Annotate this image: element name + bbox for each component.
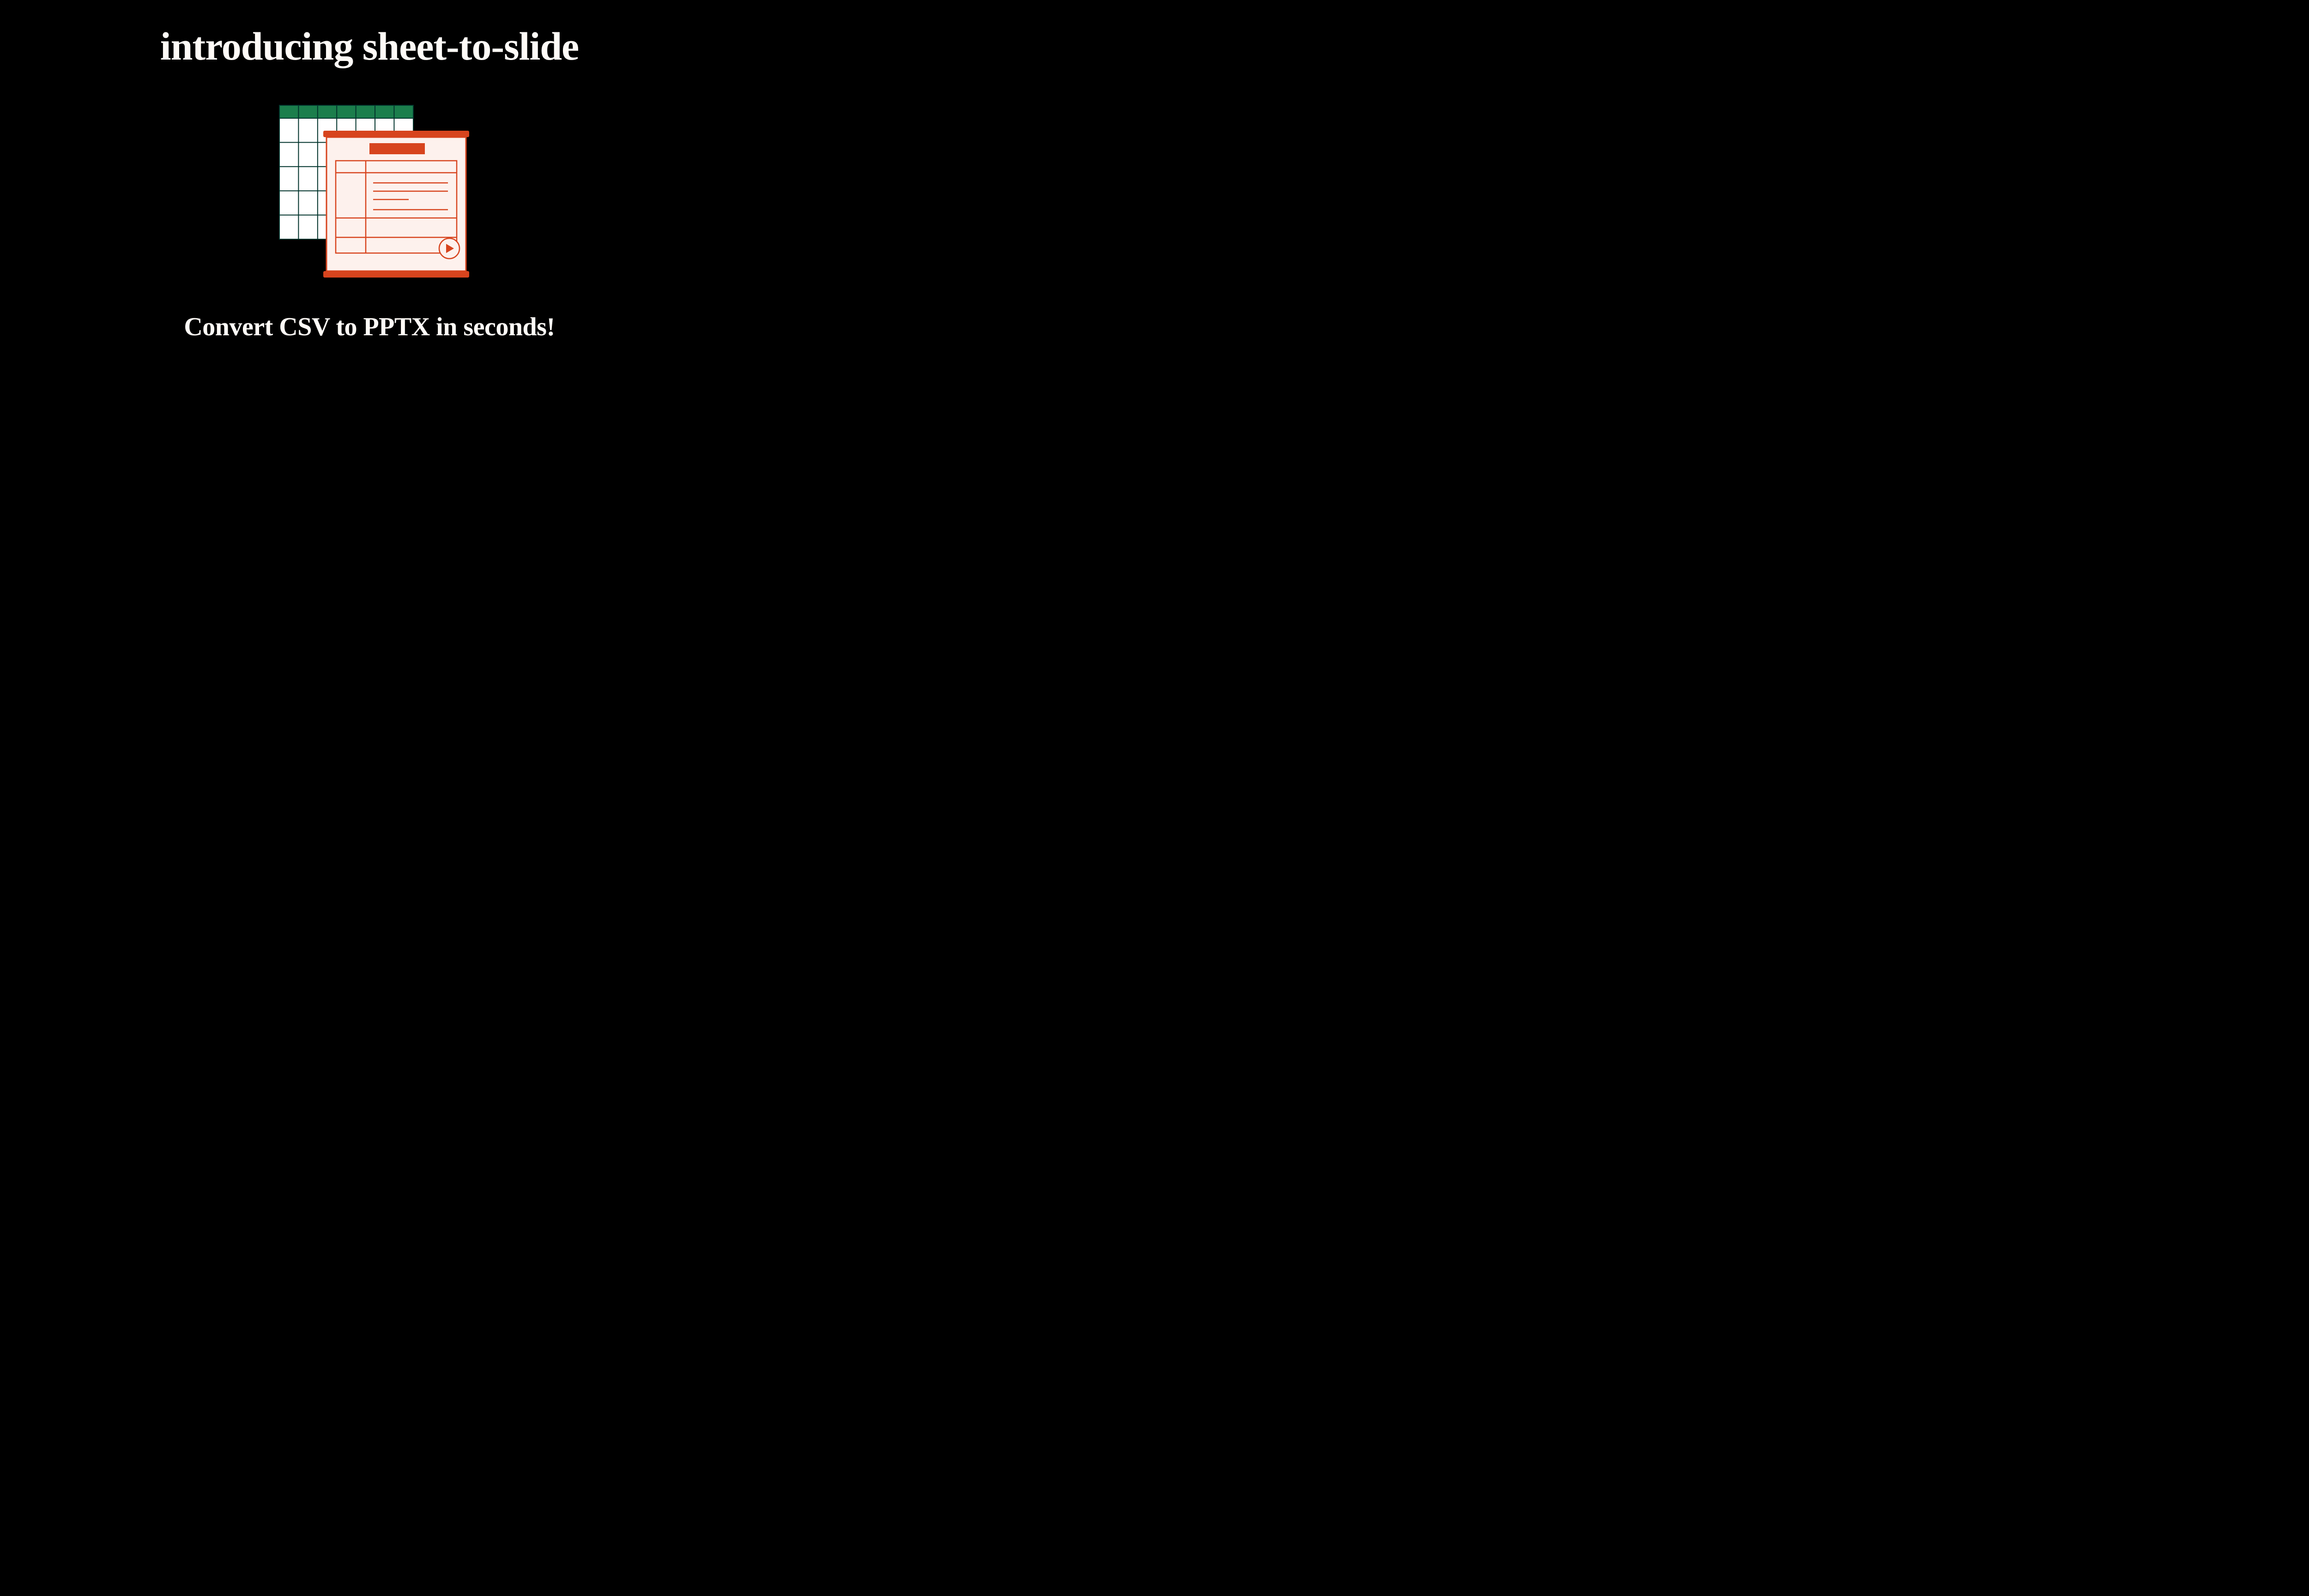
presentation-slide-icon — [323, 131, 469, 278]
headline-text: introducing sheet-to-slide — [160, 23, 579, 69]
hero-illustration — [266, 101, 473, 285]
tagline-text: Convert CSV to PPTX in seconds! — [184, 312, 555, 342]
